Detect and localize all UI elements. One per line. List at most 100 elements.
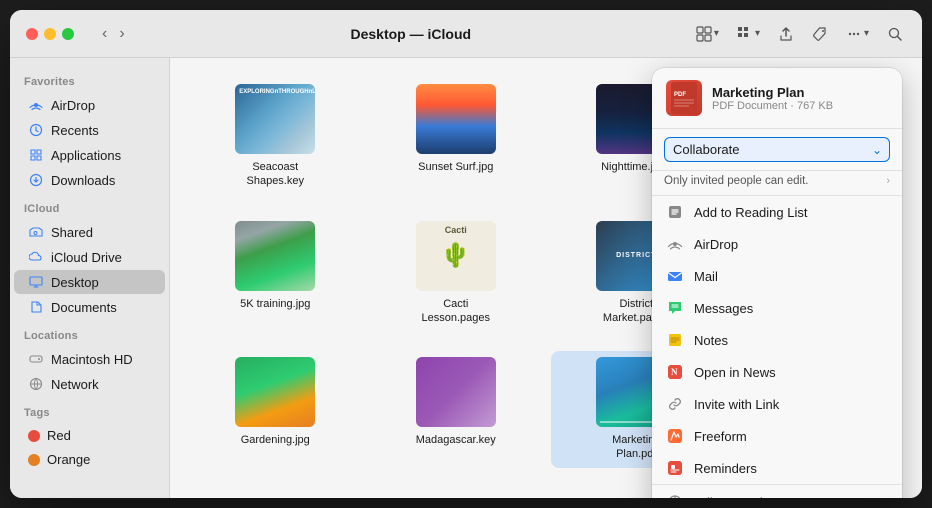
view-options-button[interactable]: ▾ (693, 23, 722, 45)
sidebar-item-airdrop-label: AirDrop (51, 98, 95, 113)
forward-button[interactable]: › (115, 23, 128, 45)
file-thumb-seacoast (235, 84, 315, 154)
airdrop-share-label: AirDrop (694, 237, 738, 252)
popup-menu-item-reminders[interactable]: Reminders (652, 452, 902, 484)
file-item-gardening[interactable]: Gardening.jpg (190, 351, 361, 468)
file-item-seacoast[interactable]: Seacoast Shapes.key (190, 78, 361, 195)
file-thumb-sunset (416, 84, 496, 154)
file-area: Seacoast Shapes.key Sunset Surf.jpg Nigh… (170, 58, 922, 498)
tag-button[interactable] (809, 23, 831, 45)
file-item-cacti[interactable]: Cacti Lesson.pages (371, 215, 542, 332)
edit-extensions-icon (666, 493, 684, 498)
desktop-icon (28, 274, 44, 290)
popup-menu-item-news[interactable]: N Open in News (652, 356, 902, 388)
file-item-sunset[interactable]: Sunset Surf.jpg (371, 78, 542, 195)
grid-icon (28, 147, 44, 163)
sidebar-item-icloud-drive-label: iCloud Drive (51, 250, 122, 265)
cloud-icon (28, 249, 44, 265)
close-button[interactable] (26, 28, 38, 40)
sidebar-item-red[interactable]: Red (14, 424, 165, 447)
titlebar: ‹ › Desktop — iCloud ▾ (10, 10, 922, 58)
sidebar-item-network[interactable]: Network (14, 372, 165, 396)
airdrop-icon (28, 97, 44, 113)
sidebar-item-desktop[interactable]: Desktop (14, 270, 165, 294)
popup-file-icon: PDF (666, 80, 702, 116)
edit-extensions-label: Edit Extensions... (694, 495, 794, 499)
sidebar-item-applications[interactable]: Applications (14, 143, 165, 167)
popup-menu-item-freeform[interactable]: Freeform (652, 420, 902, 452)
back-button[interactable]: ‹ (98, 23, 111, 45)
popup-edit-extensions[interactable]: Edit Extensions... (652, 484, 902, 498)
mail-label: Mail (694, 269, 718, 284)
notes-icon (666, 331, 684, 349)
mail-icon (666, 267, 684, 285)
sidebar-item-macintosh-hd-label: Macintosh HD (51, 352, 133, 367)
sidebar-item-shared[interactable]: Shared (14, 220, 165, 244)
sidebar-item-airdrop[interactable]: AirDrop (14, 93, 165, 117)
sidebar-item-orange[interactable]: Orange (14, 448, 165, 471)
share-popup: PDF Marketing Plan PDF Document · 767 KB (652, 68, 902, 498)
popup-file-info: Marketing Plan PDF Document · 767 KB (712, 85, 888, 112)
sidebar-item-desktop-label: Desktop (51, 275, 99, 290)
file-thumb-5k (235, 221, 315, 291)
group-button[interactable]: ▾ (734, 23, 763, 45)
sidebar-item-shared-label: Shared (51, 225, 93, 240)
minimize-button[interactable] (44, 28, 56, 40)
sidebar-item-recents[interactable]: Recents (14, 118, 165, 142)
popup-menu-item-messages[interactable]: Messages (652, 292, 902, 324)
popup-menu-item-invite[interactable]: Invite with Link (652, 388, 902, 420)
red-tag-dot (28, 430, 40, 442)
file-item-5k[interactable]: 5K training.jpg (190, 215, 361, 332)
download-icon (28, 172, 44, 188)
window-title: Desktop — iCloud (141, 26, 681, 42)
popup-menu-item-mail[interactable]: Mail (652, 260, 902, 292)
popup-file-name: Marketing Plan (712, 85, 888, 100)
maximize-button[interactable] (62, 28, 74, 40)
freeform-label: Freeform (694, 429, 747, 444)
popup-menu-item-airdrop[interactable]: AirDrop (652, 228, 902, 260)
popup-header: PDF Marketing Plan PDF Document · 767 KB (652, 68, 902, 129)
doc-icon (28, 299, 44, 315)
sidebar: Favorites AirDrop Recents (10, 58, 170, 498)
reading-list-label: Add to Reading List (694, 205, 807, 220)
file-thumb-gardening (235, 357, 315, 427)
file-name-seacoast: Seacoast Shapes.key (230, 160, 320, 189)
nav-buttons: ‹ › (98, 23, 129, 45)
popup-permissions[interactable]: Only invited people can edit. › (652, 171, 902, 196)
sidebar-section-tags: Tags (10, 397, 169, 423)
permissions-chevron-icon: › (886, 175, 890, 187)
share-button[interactable] (775, 23, 797, 45)
reminders-icon (666, 459, 684, 477)
sidebar-item-icloud-drive[interactable]: iCloud Drive (14, 245, 165, 269)
orange-tag-dot (28, 454, 40, 466)
sidebar-item-downloads[interactable]: Downloads (14, 168, 165, 192)
file-name-5k: 5K training.jpg (240, 297, 310, 311)
sidebar-item-documents[interactable]: Documents (14, 295, 165, 319)
messages-label: Messages (694, 301, 753, 316)
finder-window: ‹ › Desktop — iCloud ▾ (10, 10, 922, 498)
collaborate-select[interactable]: Collaborate (664, 137, 890, 162)
clock-icon (28, 122, 44, 138)
traffic-lights (26, 28, 74, 40)
airdrop-share-icon (666, 235, 684, 253)
popup-menu-item-reading-list[interactable]: Add to Reading List (652, 196, 902, 228)
file-name-cacti: Cacti Lesson.pages (411, 297, 501, 326)
sidebar-item-orange-label: Orange (47, 452, 90, 467)
popup-menu-item-notes[interactable]: Notes (652, 324, 902, 356)
popup-collaborate-row: Collaborate ⌄ (652, 129, 902, 171)
file-name-gardening: Gardening.jpg (241, 433, 310, 447)
file-item-madagascar[interactable]: Madagascar.key (371, 351, 542, 468)
notes-label: Notes (694, 333, 728, 348)
popup-permissions-text: Only invited people can edit. (664, 175, 808, 187)
file-name-madagascar: Madagascar.key (416, 433, 496, 447)
invite-label: Invite with Link (694, 397, 779, 412)
news-icon: N (666, 363, 684, 381)
messages-icon (666, 299, 684, 317)
toolbar-right: ▾ ▾ (693, 23, 906, 45)
shared-folder-icon (28, 224, 44, 240)
main-content: Favorites AirDrop Recents (10, 58, 922, 498)
sidebar-item-macintosh-hd[interactable]: Macintosh HD (14, 347, 165, 371)
search-button[interactable] (884, 23, 906, 45)
more-button[interactable]: ▾ (843, 23, 872, 45)
file-thumb-cacti (416, 221, 496, 291)
